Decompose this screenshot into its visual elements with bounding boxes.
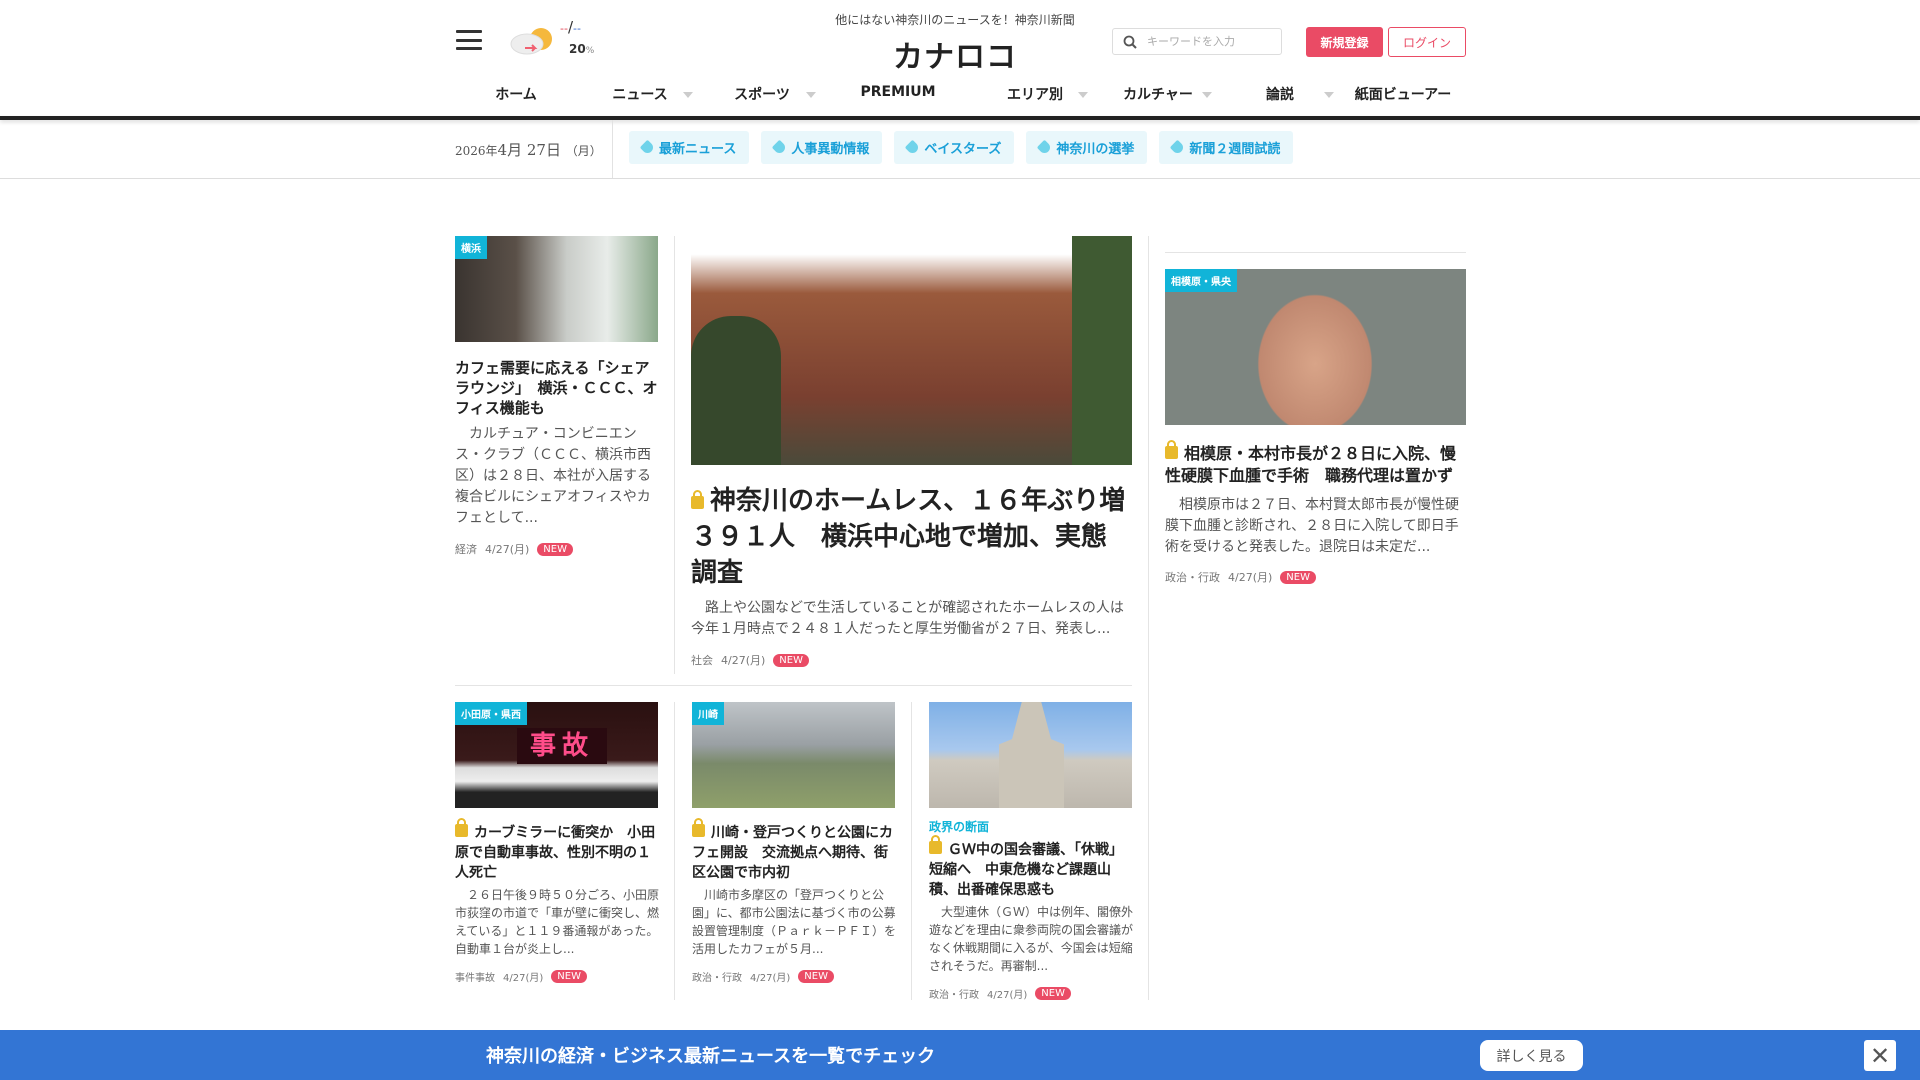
lock-icon (1165, 440, 1178, 459)
article-meta: 事件事故 4/27(月) NEW (455, 969, 587, 984)
nav-editorial[interactable]: 論説 (1266, 84, 1294, 104)
nav-premium[interactable]: PREMIUM (860, 84, 935, 100)
login-button[interactable]: ログイン (1388, 27, 1466, 57)
chevron-down-icon (1202, 92, 1212, 98)
new-badge: NEW (551, 970, 587, 983)
cloud-sun-icon (505, 22, 565, 58)
tag-icon (1170, 139, 1186, 156)
article-image[interactable]: 横浜 (455, 236, 658, 342)
register-button[interactable]: 新規登録 (1306, 27, 1383, 57)
tag-election[interactable]: 神奈川の選挙 (1026, 131, 1148, 164)
article-title[interactable]: カフェ需要に応える「シェアラウンジ」 横浜・ＣＣＣ、オフィス機能も (455, 358, 660, 418)
area-badge: 横浜 (455, 236, 487, 259)
new-badge: NEW (537, 542, 573, 556)
new-badge: NEW (798, 970, 834, 983)
divider (1165, 252, 1466, 253)
current-date: 2026年4月 27日 （月） (455, 141, 602, 159)
divider (674, 702, 675, 1000)
lock-icon (691, 490, 704, 509)
tag-personnel[interactable]: 人事異動情報 (761, 131, 883, 164)
tag-icon (772, 139, 788, 156)
new-badge: NEW (1035, 987, 1071, 1000)
article-title[interactable]: ＧＷ中の国会審議、「休戦」短縮へ 中東危機など課題山積、出番確保思惑も (929, 835, 1134, 900)
tag-icon (639, 139, 656, 156)
nav-paper-viewer[interactable]: 紙面ビューアー (1355, 84, 1452, 104)
article-image[interactable]: 相模原・県央 (1165, 269, 1466, 425)
article-summary: 路上や公園などで生活していることが確認されたホームレスの人は今年１月時点で２４８… (691, 600, 1124, 637)
chevron-down-icon (806, 92, 816, 98)
article-image[interactable]: 川崎 (692, 702, 895, 808)
divider (612, 120, 613, 178)
close-icon[interactable]: ✕ (1864, 1040, 1896, 1071)
menu-button[interactable] (456, 30, 482, 50)
lock-icon (692, 818, 705, 837)
tagline: 他にはない神奈川のニュースを！神奈川新聞 (835, 13, 1075, 27)
article-image[interactable]: 事故 小田原・県西 (455, 702, 658, 808)
article-meta: 政治・行政 4/27(月) NEW (1165, 569, 1316, 585)
area-badge: 小田原・県西 (455, 702, 527, 725)
article-meta: 社会 4/27(月) NEW (691, 652, 809, 668)
promo-banner (0, 1030, 1920, 1080)
article-summary: 川崎市多摩区の「登戸つくりと公園」に、都市公園法に基づく市の公募設置管理制度（Ｐ… (692, 888, 897, 956)
tag-list: 最新ニュース 人事異動情報 ベイスターズ 神奈川の選挙 新聞２週間試読 (629, 131, 1294, 164)
article-title[interactable]: 川崎・登戸つくりと公園にカフェ開設 交流拠点へ期待、街区公園で市内初 (692, 818, 897, 883)
nav-culture[interactable]: カルチャー (1123, 84, 1193, 104)
chevron-down-icon (1324, 92, 1334, 98)
weather-temp: --/-- (560, 18, 581, 36)
site-logo[interactable]: カナロコ (860, 32, 1050, 76)
main-nav: ホーム ニュース スポーツ PREMIUM エリア別 カルチャー 論説 紙面ビュ… (455, 84, 1466, 114)
article-image[interactable] (929, 702, 1132, 808)
article-meta: 政治・行政 4/27(月) NEW (929, 986, 1071, 1001)
area-badge: 相模原・県央 (1165, 269, 1237, 292)
article-meta: 政治・行政 4/27(月) NEW (692, 969, 834, 984)
lock-icon (455, 818, 468, 837)
chevron-down-icon (683, 92, 693, 98)
new-badge: NEW (1280, 570, 1316, 584)
area-badge: 川崎 (692, 702, 724, 725)
series-label[interactable]: 政界の断面 (929, 818, 989, 835)
divider (674, 236, 675, 674)
article-title[interactable]: 相模原・本村市長が２８日に入院、慢性硬膜下血腫で手術 職務代理は置かず (1165, 440, 1470, 487)
tag-icon (1037, 139, 1053, 156)
see-more-button[interactable]: 詳しく見る (1480, 1040, 1583, 1071)
article-summary: 大型連休（ＧＷ）中は例年、閣僚外遊などを理由に衆参両院の国会審議がなく休戦期間に… (929, 905, 1134, 973)
search-input[interactable] (1147, 35, 1267, 48)
banner-text[interactable]: 神奈川の経済・ビジネス最新ニュースを一覧でチェック (486, 1042, 935, 1068)
nav-home[interactable]: ホーム (495, 84, 537, 104)
divider (911, 702, 912, 1000)
chevron-down-icon (1078, 92, 1088, 98)
article-title[interactable]: カーブミラーに衝突か 小田原で自動車事故、性別不明の１人死亡 (455, 818, 660, 883)
search-box[interactable] (1112, 28, 1282, 55)
article-summary: ２６日午後９時５０分ごろ、小田原市荻窪の市道で「車が壁に衝突し、燃えている」と１… (455, 888, 660, 956)
nav-sports[interactable]: スポーツ (734, 84, 790, 104)
search-icon (1123, 35, 1137, 49)
tag-latest-news[interactable]: 最新ニュース (629, 131, 750, 164)
rain-probability: 20% (569, 42, 595, 56)
article-meta: 経済 4/27(月) NEW (455, 541, 573, 557)
tag-baystars[interactable]: ベイスターズ (894, 131, 1015, 164)
article-summary: 相模原市は２７日、本村賢太郎市長が慢性硬膜下血腫と診断され、２８日に入院して即日… (1165, 497, 1459, 555)
article-image[interactable] (691, 236, 1132, 465)
image-sign-text: 事故 (517, 728, 607, 764)
lock-icon (929, 835, 942, 854)
tag-icon (905, 139, 921, 156)
article-summary: カルチュア・コンビニエンス・クラブ（ＣＣＣ、横浜市西区）は２８日、本社が入居する… (455, 426, 651, 526)
nav-news[interactable]: ニュース (612, 84, 667, 104)
divider (1148, 236, 1149, 1000)
new-badge: NEW (773, 653, 809, 667)
article-title[interactable]: 神奈川のホームレス、１６年ぶり増３９１人 横浜中心地で増加、実態調査 (691, 483, 1132, 591)
tag-trial[interactable]: 新聞２週間試読 (1159, 131, 1294, 164)
nav-area[interactable]: エリア別 (1007, 84, 1063, 104)
divider (455, 685, 1132, 686)
